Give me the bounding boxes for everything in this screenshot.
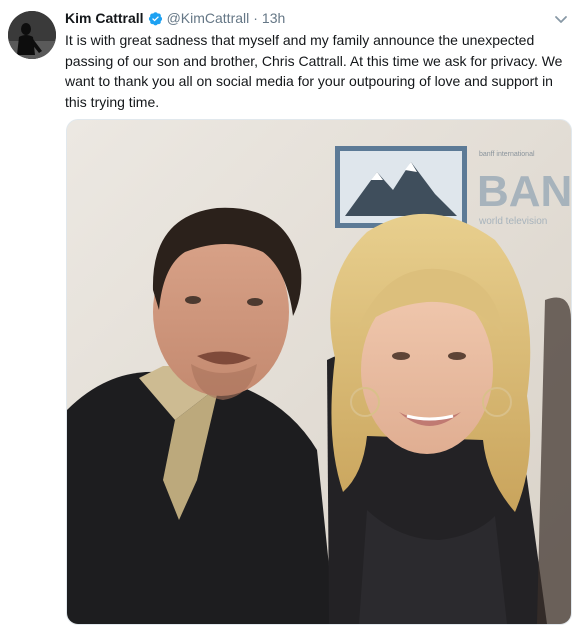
avatar[interactable]	[8, 11, 56, 59]
verified-badge-icon	[148, 11, 163, 26]
author-handle[interactable]: @KimCattrall	[167, 10, 250, 26]
tweet[interactable]: Kim Cattrall @KimCattrall · 13h It is wi…	[0, 0, 581, 638]
tweet-header: Kim Cattrall @KimCattrall · 13h	[65, 8, 285, 28]
author-name[interactable]: Kim Cattrall	[65, 10, 144, 26]
backdrop-logo-text: BAN	[477, 167, 571, 216]
separator-dot: ·	[253, 10, 258, 26]
chevron-down-icon[interactable]	[553, 11, 569, 27]
woman-figure	[327, 213, 547, 624]
backdrop-small-text-2: world television	[478, 216, 547, 227]
tweet-text: It is with great sadness that myself and…	[65, 32, 563, 110]
timestamp[interactable]: 13h	[262, 10, 285, 26]
tweet-photo[interactable]: banff international BAN world television	[66, 119, 572, 625]
backdrop-small-text-1: banff international	[479, 151, 535, 158]
